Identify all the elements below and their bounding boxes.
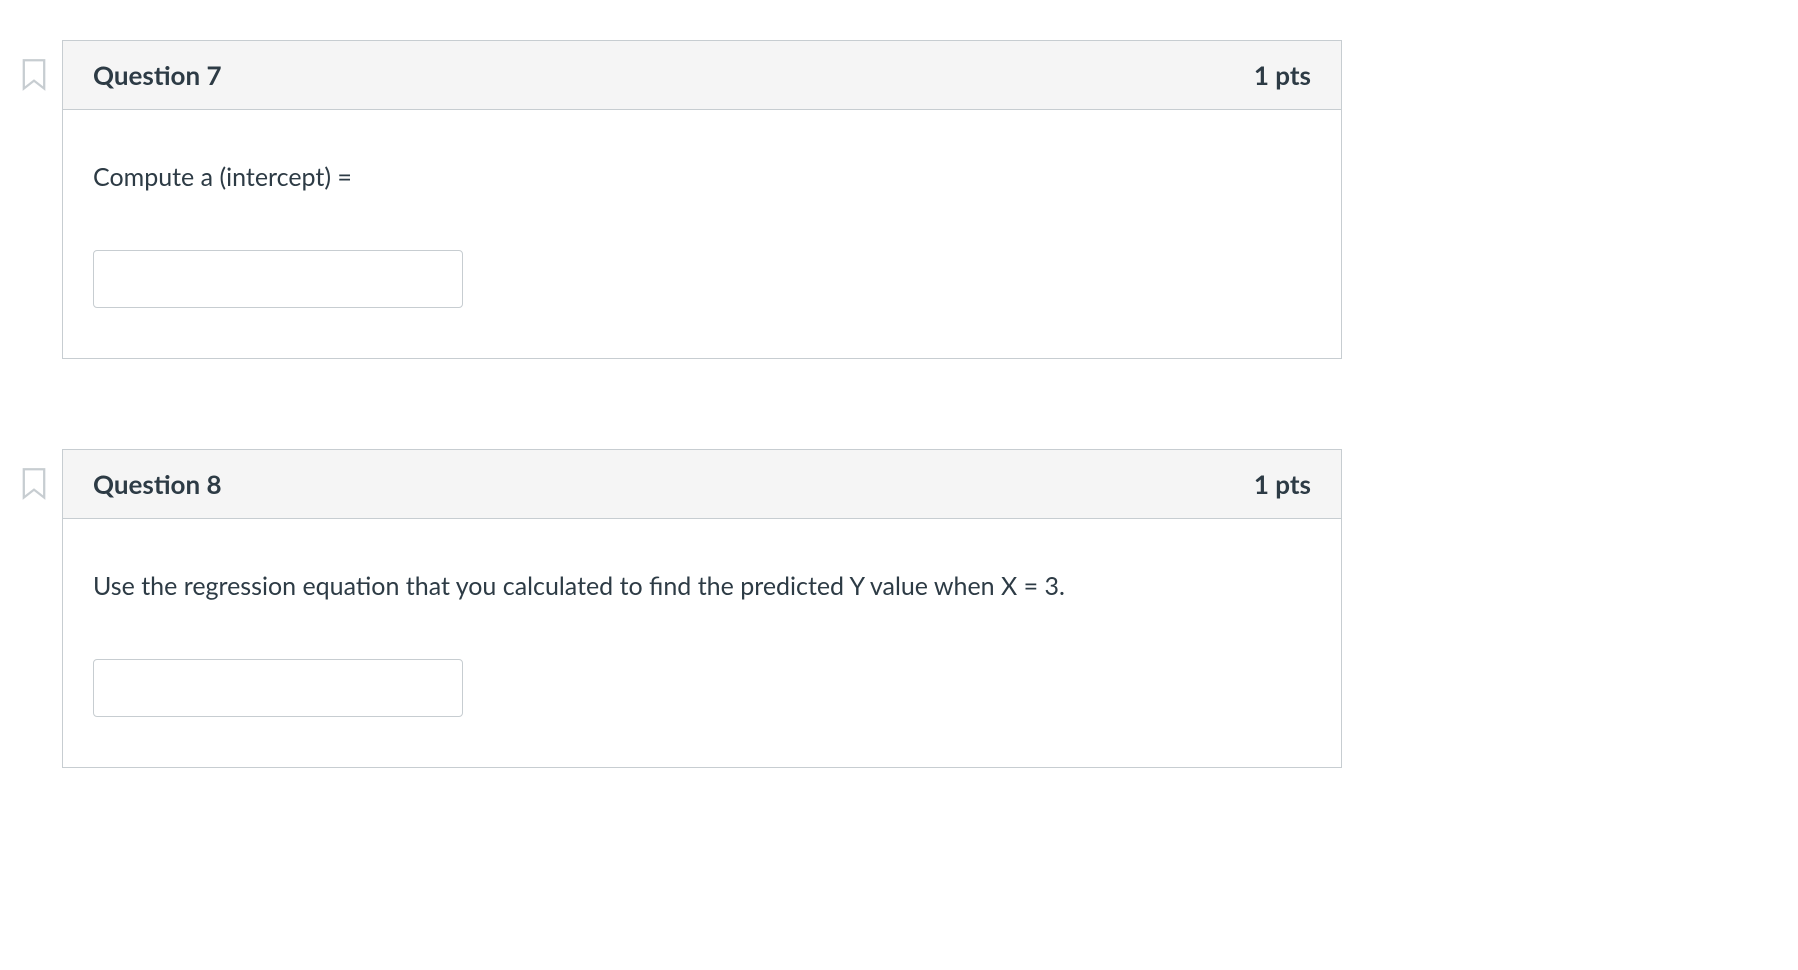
question-header: Question 8 1 pts [63, 450, 1341, 519]
question-wrapper: Question 8 1 pts Use the regression equa… [20, 449, 1778, 768]
question-title: Question 8 [93, 468, 222, 500]
question-prompt: Use the regression equation that you cal… [93, 569, 1311, 604]
question-card: Question 8 1 pts Use the regression equa… [62, 449, 1342, 768]
question-prompt: Compute a (intercept) = [93, 160, 1311, 195]
question-title: Question 7 [93, 59, 222, 91]
answer-input[interactable] [93, 659, 463, 717]
question-body: Use the regression equation that you cal… [63, 519, 1341, 767]
question-header: Question 7 1 pts [63, 41, 1341, 110]
bookmark-icon[interactable] [20, 58, 48, 92]
question-points: 1 pts [1254, 468, 1311, 500]
question-body: Compute a (intercept) = [63, 110, 1341, 358]
question-points: 1 pts [1254, 59, 1311, 91]
answer-input[interactable] [93, 250, 463, 308]
question-wrapper: Question 7 1 pts Compute a (intercept) = [20, 40, 1778, 359]
question-card: Question 7 1 pts Compute a (intercept) = [62, 40, 1342, 359]
bookmark-icon[interactable] [20, 467, 48, 501]
